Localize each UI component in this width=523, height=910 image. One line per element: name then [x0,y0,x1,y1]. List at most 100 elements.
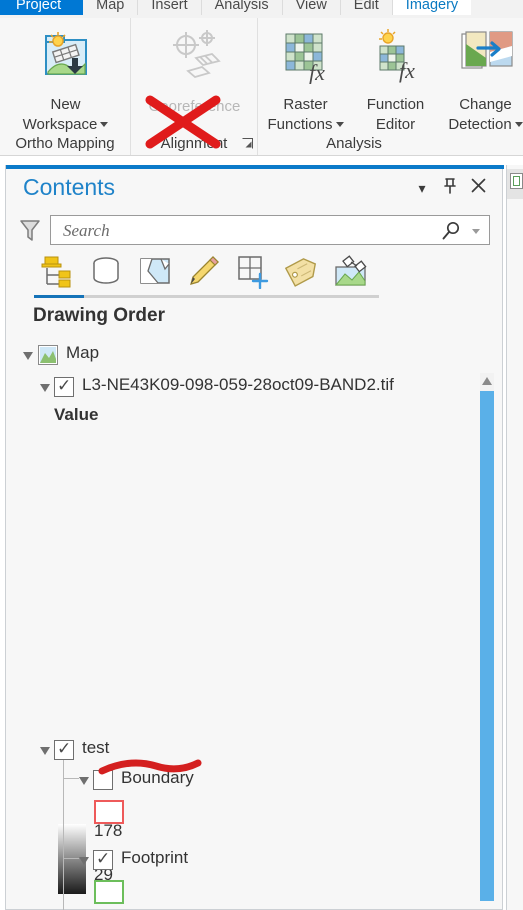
tab-edit[interactable]: Edit [340,0,393,15]
contents-view-tabs [6,253,504,299]
new-workspace-button[interactable]: New Workspace [0,28,131,135]
new-workspace-icon [0,28,131,90]
ribbon-group-title-alignment: Alignment [160,135,228,152]
right-docked-pane-sliver[interactable] [506,165,523,910]
tree-row-footprint[interactable]: ✓ Footprint [6,845,504,875]
tab-insert[interactable]: Insert [138,0,202,15]
function-editor-button[interactable]: fx Function Editor [353,28,438,135]
ribbon: Project Map Insert Analysis View Edit Im… [0,0,523,156]
search-row [6,211,504,249]
grid-plus-icon [238,256,269,290]
tab-insert-label: Insert [151,0,188,13]
group-test-expander-icon[interactable] [40,747,50,755]
tab-imagery-label: Imagery [405,0,459,13]
raster-functions-label-line2: Functions [267,116,333,133]
check-icon: ✓ [57,376,72,395]
boundary-expander-icon[interactable] [79,777,89,785]
value-ramp-max-label: 178 [94,821,123,840]
pin-icon [444,178,456,194]
change-detection-button[interactable]: Change Detection [438,28,523,135]
boundary-symbol-swatch[interactable] [94,800,124,824]
group-test-checkbox[interactable]: ✓ [54,739,74,760]
change-detection-label-line2: Detection [448,116,512,133]
tab-imagery[interactable]: Imagery [392,0,472,15]
ribbon-group-title-analysis: Analysis [326,135,382,152]
tree-label-raster-layer: L3-NE43K09-098-059-28oct09-BAND2.tif [82,375,394,394]
function-editor-icon: fx [353,28,438,90]
search-chevron-down-icon[interactable] [472,229,480,234]
tree-label-footprint: Footprint [121,848,189,867]
tab-edit-label: Edit [353,0,379,13]
list-by-data-source-tab[interactable] [85,253,127,293]
check-icon: ✓ [57,739,72,758]
map-icon [38,345,58,370]
georeference-button[interactable]: Georeference [131,28,258,117]
function-editor-label-line1: Function [366,96,425,113]
tab-analysis-label: Analysis [214,0,269,13]
raster-layer-expander-icon[interactable] [40,384,50,392]
search-box[interactable] [50,215,490,245]
raster-functions-button[interactable]: fx Raster Functions [258,28,353,135]
footprint-checkbox[interactable]: ✓ [93,849,113,870]
tree-row-raster-layer[interactable]: ✓ L3-NE43K09-098-059-28oct09-BAND2.tif [6,372,504,402]
page-title: Contents [23,174,116,200]
map-expander-icon[interactable] [23,352,33,360]
change-detection-chevron-down-icon[interactable] [514,122,523,128]
view-tabs-active-underline [34,295,84,298]
raster-functions-label-line1: Raster [283,96,328,113]
tab-map-label: Map [96,0,125,13]
search-input[interactable] [61,220,431,242]
tree-row-group-test[interactable]: ✓ test [6,735,504,765]
boundary-checkbox[interactable] [93,770,113,790]
contents-pane: Contents ▾ Search Drawing Order Map ✓ L3… [5,165,504,910]
new-workspace-label-line1: New [50,96,81,113]
legend-heading-value: Value [54,405,99,424]
raster-functions-chevron-down-icon[interactable] [335,122,344,128]
tab-map[interactable]: Map [83,0,139,15]
list-by-drawing-order-tab[interactable] [36,253,78,293]
tab-project-label: Project [16,0,62,13]
check-icon: ✓ [96,849,111,868]
raster-layer-checkbox[interactable]: ✓ [54,376,74,397]
contents-vertical-scrollbar-thumb[interactable] [480,391,494,901]
pin-button[interactable] [440,178,460,198]
list-by-labeling-tab[interactable] [281,253,323,293]
list-by-selection-tab[interactable] [134,253,176,293]
tab-view-label: View [295,0,327,13]
scroll-up-arrow-icon[interactable] [482,377,492,385]
filter-funnel-icon[interactable] [19,219,41,248]
ribbon-tab-strip: Project Map Insert Analysis View Edit Im… [0,0,523,18]
right-pane-icon [510,173,523,189]
ribbon-group-analysis: fx Raster Functions fx Function Editor C… [258,18,523,155]
list-by-editing-tab[interactable] [183,253,225,293]
new-workspace-chevron-down-icon[interactable] [100,122,109,128]
drawing-order-icon [41,256,71,288]
function-editor-label-line2: Editor [375,116,416,133]
pane-menu-button[interactable]: ▾ [412,178,432,198]
close-button[interactable] [468,178,488,198]
list-by-snapping-tab[interactable] [232,253,274,293]
tree-row-map[interactable]: Map [6,340,504,370]
database-cylinder-icon [93,257,119,284]
tab-analysis[interactable]: Analysis [201,0,283,15]
contents-tree: Map ✓ L3-NE43K09-098-059-28oct09-BAND2.t… [6,340,504,910]
satellite-imagery-icon [334,255,367,286]
tree-label-group-test: test [82,738,110,757]
ribbon-body: New Workspace Ortho Mapping Georeference… [0,18,523,155]
footprint-expander-icon[interactable] [79,857,89,865]
tab-view[interactable]: View [282,0,341,15]
tree-row-boundary[interactable]: Boundary [6,765,504,795]
new-workspace-label-line2: Workspace [22,116,98,133]
ribbon-group-alignment: Georeference Alignment [131,18,258,155]
list-by-imagery-tab[interactable] [330,253,372,293]
ribbon-group-title-ortho-mapping: Ortho Mapping [15,135,115,152]
footprint-symbol-swatch[interactable] [94,880,124,904]
search-icon[interactable] [441,221,461,246]
tab-project[interactable]: Project [0,0,84,15]
pencil-icon [190,256,219,285]
georeference-icon [131,28,258,92]
alignment-dialog-launcher-icon[interactable] [242,138,253,149]
tree-label-boundary: Boundary [121,768,194,787]
contents-pane-header: Contents ▾ [6,169,504,207]
section-header-drawing-order: Drawing Order [33,305,165,326]
